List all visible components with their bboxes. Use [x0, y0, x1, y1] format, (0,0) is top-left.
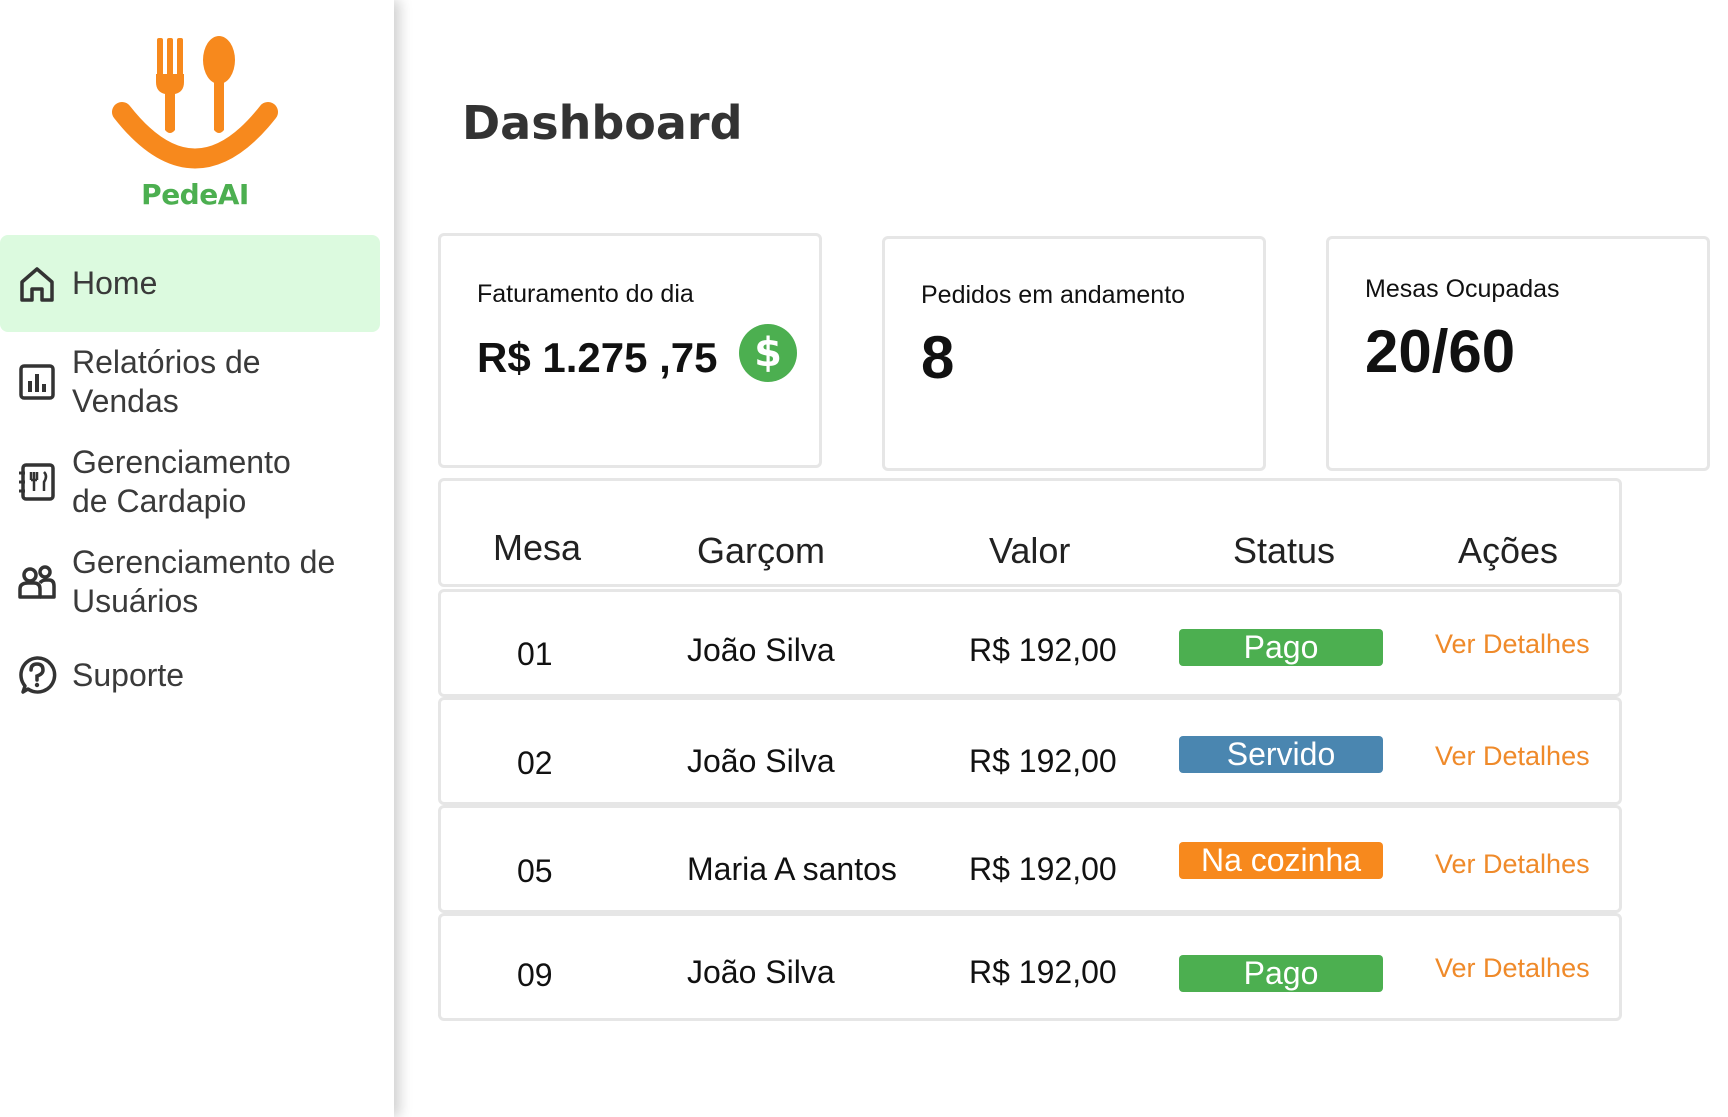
- sidebar-nav: Home Relatórios de Vendas Gerenciamento …: [0, 235, 380, 718]
- help-icon: [19, 656, 57, 694]
- revenue-card: Faturamento do dia R$ 1.275 ,75 $: [438, 233, 822, 468]
- dollar-icon: $: [739, 324, 797, 382]
- sidebar-item-label: Gerenciamento de Cardapio: [72, 444, 291, 519]
- sidebar-item-label: Gerenciamento de Usuários: [72, 544, 336, 619]
- status-badge: Servido: [1179, 736, 1383, 773]
- orders-value: 8: [921, 324, 955, 391]
- bar-chart-icon: [19, 364, 55, 400]
- cell-mesa: 02: [517, 745, 553, 781]
- cell-valor: R$ 192,00: [969, 743, 1117, 779]
- sidebar-item-label: Relatórios de Vendas: [72, 344, 261, 419]
- cell-garcom: João Silva: [687, 743, 835, 779]
- cell-garcom: Maria A santos: [687, 851, 897, 887]
- table-header: Mesa Garçom Valor Status Ações: [438, 478, 1622, 587]
- status-badge: Pago: [1179, 629, 1383, 666]
- orders-card: Pedidos em andamento 8: [882, 236, 1266, 471]
- tables-label: Mesas Ocupadas: [1365, 275, 1560, 303]
- home-icon: [20, 266, 54, 302]
- sidebar-item-label: Home: [72, 265, 158, 301]
- table-row: 05 Maria A santos R$ 192,00 Na cozinha V…: [438, 805, 1622, 913]
- sidebar-item-home[interactable]: Home: [0, 235, 380, 332]
- column-header-valor: Valor: [989, 530, 1071, 571]
- users-icon: [18, 565, 56, 599]
- cell-mesa: 01: [517, 636, 553, 672]
- sidebar-item-usuarios[interactable]: Gerenciamento de Usuários: [0, 532, 380, 632]
- table-row: 02 João Silva R$ 192,00 Servido Ver Deta…: [438, 697, 1622, 805]
- cell-mesa: 05: [517, 853, 553, 889]
- cell-garcom: João Silva: [687, 632, 835, 668]
- column-header-garcom: Garçom: [697, 530, 826, 571]
- cell-garcom: João Silva: [687, 954, 835, 990]
- view-details-link[interactable]: Ver Detalhes: [1435, 849, 1590, 880]
- revenue-value: R$ 1.275 ,75: [477, 334, 718, 381]
- tables-card: Mesas Ocupadas 20/60: [1326, 236, 1710, 471]
- column-header-mesa: Mesa: [493, 527, 582, 568]
- view-details-link[interactable]: Ver Detalhes: [1435, 741, 1590, 772]
- table-row: 09 João Silva R$ 192,00 Pago Ver Detalhe…: [438, 913, 1622, 1021]
- page-title: Dashboard: [462, 96, 743, 150]
- column-header-acoes: Ações: [1458, 530, 1559, 571]
- cell-mesa: 09: [517, 957, 553, 993]
- cell-valor: R$ 192,00: [969, 954, 1117, 990]
- cell-valor: R$ 192,00: [969, 851, 1117, 887]
- orders-label: Pedidos em andamento: [921, 281, 1186, 309]
- sidebar-item-relatorios[interactable]: Relatórios de Vendas: [0, 332, 380, 432]
- sidebar-item-suporte[interactable]: Suporte: [0, 632, 380, 718]
- column-header-status: Status: [1233, 530, 1336, 571]
- cell-valor: R$ 192,00: [969, 632, 1117, 668]
- status-badge: Na cozinha: [1179, 842, 1383, 879]
- fork-spoon-logo-icon: [112, 36, 278, 169]
- logo[interactable]: PedeAI: [110, 30, 280, 211]
- sidebar: PedeAI Home Relatórios de Vendas Gerenci…: [0, 0, 394, 1117]
- status-badge: Pago: [1179, 955, 1383, 992]
- sidebar-item-label: Suporte: [72, 656, 185, 693]
- menu-book-icon: [19, 463, 55, 501]
- tables-value: 20/60: [1365, 318, 1516, 385]
- table-row: 01 João Silva R$ 192,00 Pago Ver Detalhe…: [438, 589, 1622, 697]
- view-details-link[interactable]: Ver Detalhes: [1435, 953, 1590, 984]
- view-details-link[interactable]: Ver Detalhes: [1435, 629, 1590, 660]
- revenue-label: Faturamento do dia: [477, 280, 694, 308]
- sidebar-item-cardapio[interactable]: Gerenciamento de Cardapio: [0, 432, 380, 532]
- brand-name: PedeAI: [141, 178, 249, 211]
